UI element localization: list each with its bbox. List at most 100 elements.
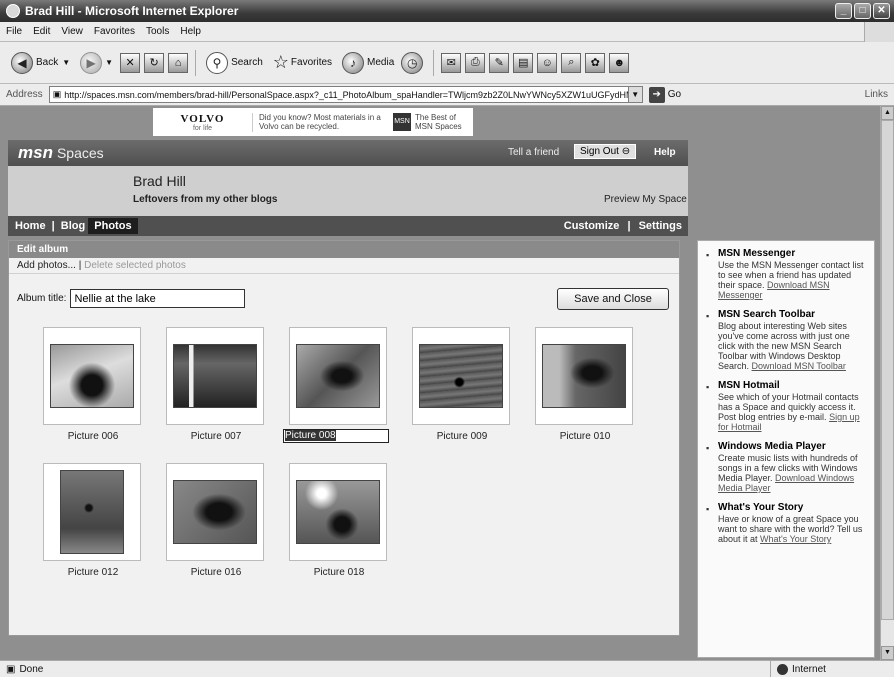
back-dropdown-icon[interactable]: ▼ — [62, 58, 70, 67]
whats-your-story-link[interactable]: What's Your Story — [760, 534, 831, 544]
photo-caption[interactable]: Picture 009 — [412, 431, 512, 442]
photo-item[interactable]: Picture 010 — [535, 327, 635, 447]
refresh-icon[interactable]: ↻ — [144, 52, 165, 73]
album-title-label: Album title: — [17, 293, 67, 304]
sidebar-item-hotmail: ▪ MSN Hotmail See which of your Hotmail … — [706, 380, 860, 433]
discuss-icon[interactable]: ▤ — [513, 52, 534, 73]
toolbar-separator — [433, 49, 435, 76]
globe-icon — [777, 663, 788, 675]
print-icon[interactable]: ⎙ — [465, 52, 486, 73]
stop-icon[interactable]: ✕ — [120, 52, 141, 73]
menu-favorites[interactable]: Favorites — [94, 26, 135, 37]
photo-caption[interactable]: Picture 012 — [43, 567, 143, 578]
toolbar-separator — [195, 49, 197, 76]
bullet-icon: ▪ — [706, 250, 710, 260]
scroll-up-icon[interactable]: ▲ — [881, 106, 894, 120]
forward-button[interactable]: ▶ ▼ — [77, 48, 116, 78]
edit-icon[interactable]: ✎ — [489, 52, 510, 73]
photo-caption[interactable]: Picture 018 — [289, 567, 389, 578]
msn-spaces-logo[interactable]: msn Spaces — [18, 143, 104, 163]
add-photos-link[interactable]: Add photos... — [17, 260, 76, 271]
photo-item[interactable]: Picture 012 — [43, 463, 143, 583]
go-button[interactable]: ➔ Go — [648, 86, 681, 103]
save-and-close-button[interactable]: Save and Close — [557, 288, 669, 310]
photo-caption[interactable]: Picture 006 — [43, 431, 143, 442]
photo-thumbnail[interactable] — [419, 344, 503, 408]
photo-item[interactable]: Picture 018 — [289, 463, 389, 583]
photo-item[interactable]: Picture 016 — [166, 463, 266, 583]
sign-out-button[interactable]: Sign Out ⊖ — [574, 144, 637, 159]
photo-caption[interactable]: Picture 010 — [535, 431, 635, 442]
photo-thumbnail[interactable] — [296, 480, 380, 544]
photo-caption[interactable]: Picture 007 — [166, 431, 266, 442]
bullet-icon: ▪ — [706, 443, 710, 453]
menu-edit[interactable]: Edit — [33, 26, 50, 37]
photo-thumbnail[interactable] — [542, 344, 626, 408]
album-title-input[interactable] — [70, 289, 246, 308]
ad-text: Did you know? Most materials in a Volvo … — [259, 113, 381, 131]
space-tagline: Leftovers from my other blogs — [133, 194, 278, 205]
help-link[interactable]: Help — [654, 147, 676, 158]
favorites-button[interactable]: ☆ Favorites — [270, 48, 335, 78]
media-button[interactable]: ♪ Media — [339, 48, 397, 78]
plugin-icon[interactable]: ✿ — [585, 52, 606, 73]
address-input[interactable]: ▣ http://spaces.msn.com/members/brad-hil… — [48, 86, 629, 103]
photo-caption[interactable]: Picture 016 — [166, 567, 266, 578]
back-arrow-icon: ◀ — [11, 51, 33, 74]
nav-photos[interactable]: Photos — [88, 218, 138, 234]
menu-help[interactable]: Help — [180, 26, 201, 37]
sign-out-icon: ⊖ — [621, 146, 631, 157]
photo-thumbnail[interactable] — [173, 480, 257, 544]
page-icon: ▣ — [52, 89, 62, 99]
promo-sidebar: ▪ MSN Messenger Use the MSN Messenger co… — [697, 240, 875, 658]
ad-banner[interactable]: VOLVO for life Did you know? Most materi… — [153, 108, 473, 136]
forward-dropdown-icon[interactable]: ▼ — [105, 58, 113, 67]
media-icon: ♪ — [342, 51, 365, 74]
research-icon[interactable]: ⌕ — [561, 52, 582, 73]
download-toolbar-link[interactable]: Download MSN Toolbar — [752, 361, 846, 371]
tell-a-friend-link[interactable]: Tell a friend — [508, 147, 559, 158]
mail-icon[interactable]: ✉ — [441, 52, 462, 73]
minimize-button[interactable]: _ — [835, 3, 852, 19]
photo-item[interactable]: Picture 009 — [412, 327, 512, 447]
menu-file[interactable]: File — [6, 26, 22, 37]
photo-caption-edit[interactable]: Picture 008 — [283, 429, 389, 443]
menu-view[interactable]: View — [61, 26, 83, 37]
photo-thumbnail[interactable] — [296, 344, 380, 408]
address-dropdown-icon[interactable]: ▼ — [628, 86, 643, 103]
photo-item[interactable]: Picture 007 — [166, 327, 266, 447]
messenger-icon[interactable]: ☺ — [537, 52, 558, 73]
promo-text: The Best of MSN Spaces — [415, 113, 462, 131]
sidebar-item-whats-your-story: ▪ What's Your Story Have or know of a gr… — [706, 502, 863, 545]
menu-tools[interactable]: Tools — [146, 26, 169, 37]
nav-home[interactable]: Home — [15, 220, 46, 232]
settings-link[interactable]: Settings — [639, 220, 682, 232]
search-button[interactable]: ⚲ Search — [203, 48, 266, 78]
people-icon[interactable]: ☻ — [609, 52, 630, 73]
bullet-icon: ▪ — [706, 382, 710, 392]
photo-item[interactable]: Picture 006 — [43, 327, 143, 447]
go-arrow-icon: ➔ — [648, 86, 665, 103]
scroll-thumb[interactable] — [881, 120, 894, 620]
maximize-button[interactable]: □ — [854, 3, 871, 19]
photo-thumbnail[interactable] — [60, 470, 124, 554]
history-icon[interactable]: ◷ — [401, 51, 424, 74]
photo-thumbnail[interactable] — [173, 344, 257, 408]
volvo-tagline: for life — [192, 124, 213, 132]
preview-my-space-link[interactable]: Preview My Space — [604, 194, 687, 205]
close-button[interactable]: ✕ — [873, 3, 890, 19]
photo-thumbnail[interactable] — [50, 344, 134, 408]
vertical-scrollbar[interactable]: ▲ ▼ — [880, 106, 894, 660]
status-bar: ▣ Done Internet — [0, 660, 894, 677]
home-icon[interactable]: ⌂ — [168, 52, 189, 73]
security-zone: Internet — [770, 661, 894, 677]
customize-link[interactable]: Customize — [564, 220, 620, 232]
back-button[interactable]: ◀ Back ▼ — [8, 48, 73, 78]
album-actions: Add photos... | Delete selected photos — [9, 258, 679, 274]
scroll-down-icon[interactable]: ▼ — [881, 646, 894, 660]
bullet-icon: ▪ — [706, 311, 710, 321]
ie-logo-icon — [6, 4, 20, 18]
photo-item[interactable]: Picture 008 — [283, 327, 389, 447]
nav-blog[interactable]: Blog — [61, 220, 85, 232]
links-button[interactable]: Links — [865, 89, 888, 100]
